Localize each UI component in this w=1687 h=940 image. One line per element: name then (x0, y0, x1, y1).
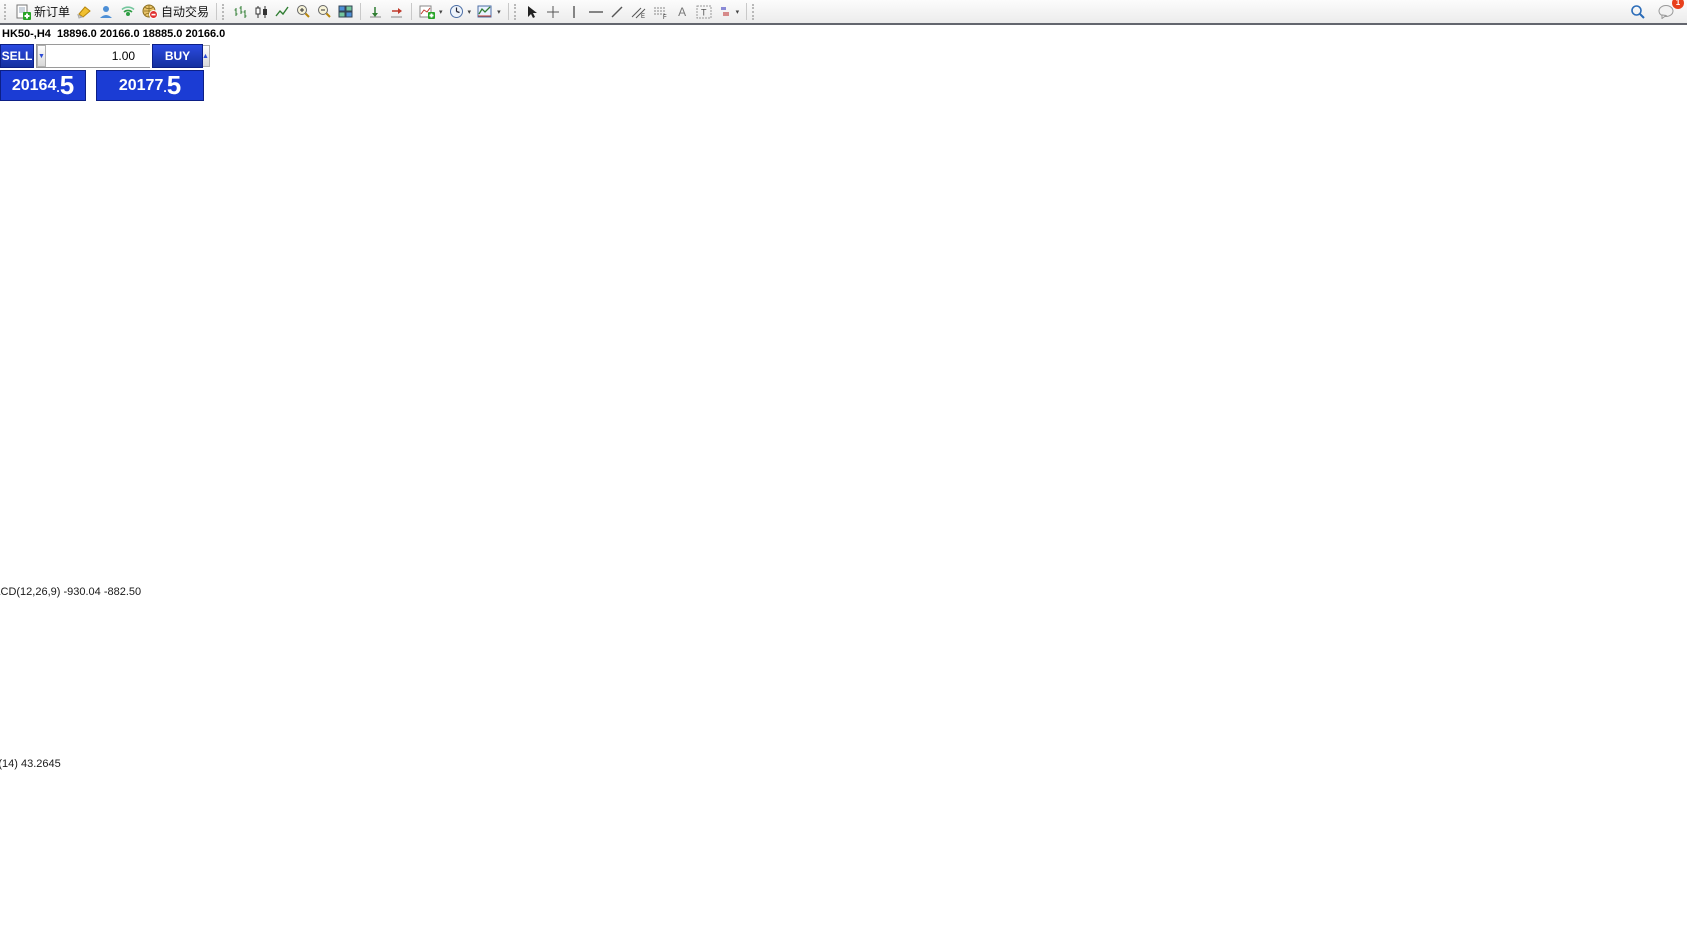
arrows-tool-icon (718, 5, 732, 18)
toolbar-separator (411, 3, 412, 20)
zoom-out-button[interactable] (314, 1, 335, 22)
templates-button[interactable]: ▾ (474, 1, 504, 22)
chat-button[interactable]: 1 (1655, 1, 1678, 22)
indicators-icon (419, 4, 435, 19)
highlighter-button[interactable] (73, 1, 95, 22)
vertical-line-icon (570, 5, 578, 19)
buy-button[interactable]: BUY (152, 44, 203, 68)
volume-stepper: ▼ ▲ (36, 44, 150, 68)
cursor-tool-button[interactable] (522, 1, 543, 22)
chat-unread-badge: 1 (1672, 0, 1684, 9)
toolbar-grip (514, 4, 519, 20)
toolbar-grip (222, 4, 227, 20)
auto-scroll-button[interactable] (365, 1, 386, 22)
bar-chart-button[interactable] (230, 1, 251, 22)
highlighter-icon (76, 5, 92, 19)
fibonacci-tool-button[interactable]: F (650, 1, 672, 22)
toolbar-separator (360, 3, 361, 20)
toolbar-separator (216, 3, 217, 20)
new-order-label: 新订单 (34, 3, 70, 20)
chevron-down-icon: ▾ (439, 8, 443, 16)
volume-decrease-button[interactable]: ▼ (37, 45, 46, 67)
trendline-icon (610, 5, 624, 19)
auto-trade-icon (142, 4, 158, 19)
indicators-button[interactable]: ▾ (416, 1, 446, 22)
auto-scroll-icon (368, 5, 383, 19)
auto-trade-label: 自动交易 (161, 3, 209, 20)
new-order-icon (15, 4, 31, 20)
toolbar-grip (4, 4, 9, 20)
macd-indicator-label: MACD(12,26,9) -930.04 -882.50 (0, 586, 141, 598)
chevron-down-icon: ▾ (736, 8, 740, 16)
chart-canvas[interactable] (0, 0, 1687, 940)
trendline-tool-button[interactable] (607, 1, 628, 22)
channel-tool-button[interactable]: E (628, 1, 650, 22)
candlestick-chart-button[interactable] (251, 1, 272, 22)
signal-button[interactable] (117, 1, 139, 22)
fibonacci-icon: F (653, 5, 669, 19)
bar-chart-icon (233, 5, 248, 19)
chevron-down-icon: ▾ (468, 8, 472, 16)
sell-price[interactable]: 20164.5 (0, 70, 86, 101)
sell-button[interactable]: SELL (0, 44, 34, 68)
line-chart-button[interactable] (272, 1, 293, 22)
auto-trade-button[interactable]: 自动交易 (139, 1, 212, 22)
toolbar-separator (746, 3, 747, 20)
chart-shift-icon (389, 5, 404, 19)
periods-button[interactable]: ▾ (446, 1, 475, 22)
clock-icon (449, 4, 464, 19)
person-icon (98, 4, 114, 19)
toolbar-separator (508, 3, 509, 20)
new-order-button[interactable]: 新订单 (12, 1, 73, 22)
text-icon: A (678, 6, 686, 18)
chart-shift-button[interactable] (386, 1, 407, 22)
horizontal-line-tool-button[interactable] (585, 1, 607, 22)
templates-icon (477, 4, 493, 19)
text-label-tool-button[interactable]: T (693, 1, 715, 22)
community-button[interactable] (95, 1, 117, 22)
text-label-icon: T (696, 5, 712, 19)
svg-text:T: T (701, 7, 707, 17)
crosshair-icon (546, 5, 560, 19)
svg-text:E: E (641, 14, 645, 19)
svg-text:F: F (663, 15, 667, 19)
rsi-indicator-label: RSI(14) 43.2645 (0, 758, 61, 770)
zoom-in-button[interactable] (293, 1, 314, 22)
equidistant-channel-icon: E (631, 5, 647, 19)
signal-icon (120, 4, 136, 19)
cursor-icon (526, 5, 538, 19)
search-icon (1630, 4, 1646, 20)
zoom-in-icon (296, 4, 311, 19)
horizontal-line-icon (588, 8, 604, 16)
zoom-out-icon (317, 4, 332, 19)
arrows-tool-button[interactable]: ▾ (715, 1, 743, 22)
crosshair-tool-button[interactable] (543, 1, 564, 22)
buy-price[interactable]: 20177.5 (96, 70, 204, 101)
toolbar-grip (752, 4, 757, 20)
tile-windows-icon (338, 5, 353, 19)
chevron-down-icon: ▾ (497, 8, 501, 16)
toolbar: 新订单 自动交易 ▾ ▾ ▾ E F A T ▾ 1 (0, 0, 1687, 25)
symbol-info: HK50-,H4 18896.0 20166.0 18885.0 20166.0 (2, 28, 225, 40)
vertical-line-tool-button[interactable] (564, 1, 585, 22)
candlestick-icon (254, 5, 269, 19)
one-click-trading-panel: SELL ▼ ▲ BUY 20164.5 20177.5 (0, 44, 204, 101)
tile-windows-button[interactable] (335, 1, 356, 22)
text-tool-button[interactable]: A (672, 1, 693, 22)
line-chart-icon (275, 5, 290, 19)
search-button[interactable] (1627, 1, 1649, 22)
